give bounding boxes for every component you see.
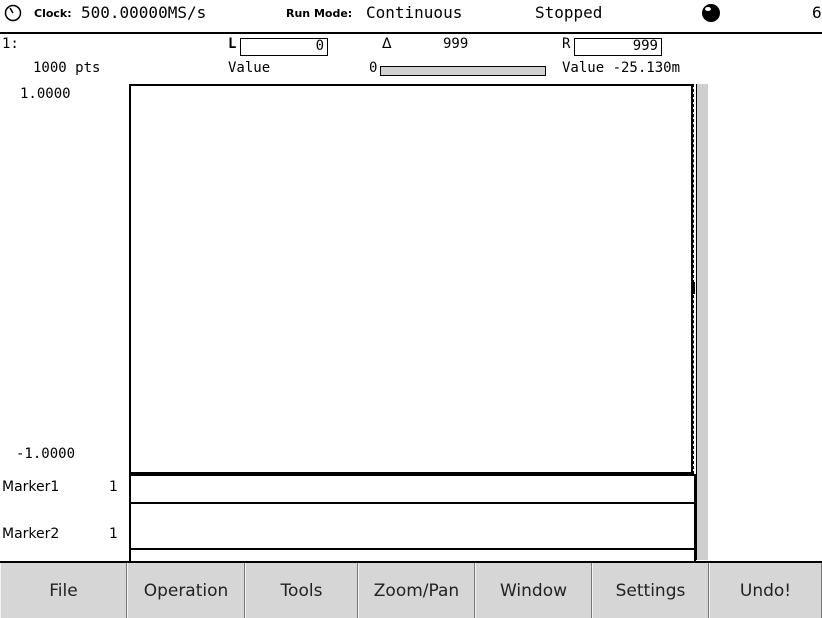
right-cursor-label: R [562, 36, 571, 52]
y-axis-max: 1.0000 [20, 86, 71, 102]
zoom-pan-menu-button[interactable]: Zoom/Pan [358, 563, 475, 618]
settings-menu-button[interactable]: Settings [592, 563, 709, 618]
left-cursor-input[interactable]: 0 [240, 38, 328, 56]
channel-label: 1: [2, 36, 19, 52]
y-axis-min: -1.0000 [16, 446, 76, 462]
marker2-value: 1 [109, 526, 118, 542]
right-value-readout: Value -25.130m [562, 60, 681, 76]
progress-min: 0 [369, 60, 378, 76]
status-ball-icon [702, 4, 720, 22]
status-trailing-text: 6 [812, 3, 822, 22]
marker3-track[interactable] [129, 548, 696, 561]
run-mode-label: Run Mode: [286, 7, 353, 20]
clock-icon [4, 4, 22, 22]
progress-bar [380, 66, 546, 76]
file-menu-button[interactable]: File [0, 563, 127, 618]
left-cursor-label: L [228, 36, 237, 52]
delta-value: 999 [443, 36, 469, 52]
operation-menu-button[interactable]: Operation [127, 563, 245, 618]
marker2-track[interactable] [129, 502, 696, 550]
right-cursor-line[interactable] [693, 84, 694, 474]
clock-label: Clock: [34, 7, 72, 20]
right-cursor-input[interactable]: 999 [574, 38, 662, 56]
run-mode-value[interactable]: Continuous [366, 3, 462, 22]
points-count: 1000 pts [33, 60, 101, 76]
vertical-scrollbar[interactable] [696, 84, 708, 560]
status-bar: Clock: 500.00000MS/s Run Mode: Continuou… [0, 0, 822, 34]
menu-bar: File Operation Tools Zoom/Pan Window Set… [0, 561, 822, 618]
marker2-label: Marker2 [2, 526, 60, 542]
undo-button[interactable]: Undo! [709, 563, 822, 618]
left-value-label: Value [228, 60, 271, 76]
marker1-value: 1 [109, 479, 118, 495]
marker1-label: Marker1 [2, 479, 60, 495]
acquisition-state: Stopped [535, 3, 603, 22]
waveform-plot[interactable] [129, 84, 693, 474]
tools-menu-button[interactable]: Tools [245, 563, 358, 618]
delta-icon: Δ [382, 36, 392, 52]
clock-value[interactable]: 500.00000MS/s [81, 3, 206, 22]
window-menu-button[interactable]: Window [475, 563, 592, 618]
marker1-track[interactable] [129, 474, 696, 504]
